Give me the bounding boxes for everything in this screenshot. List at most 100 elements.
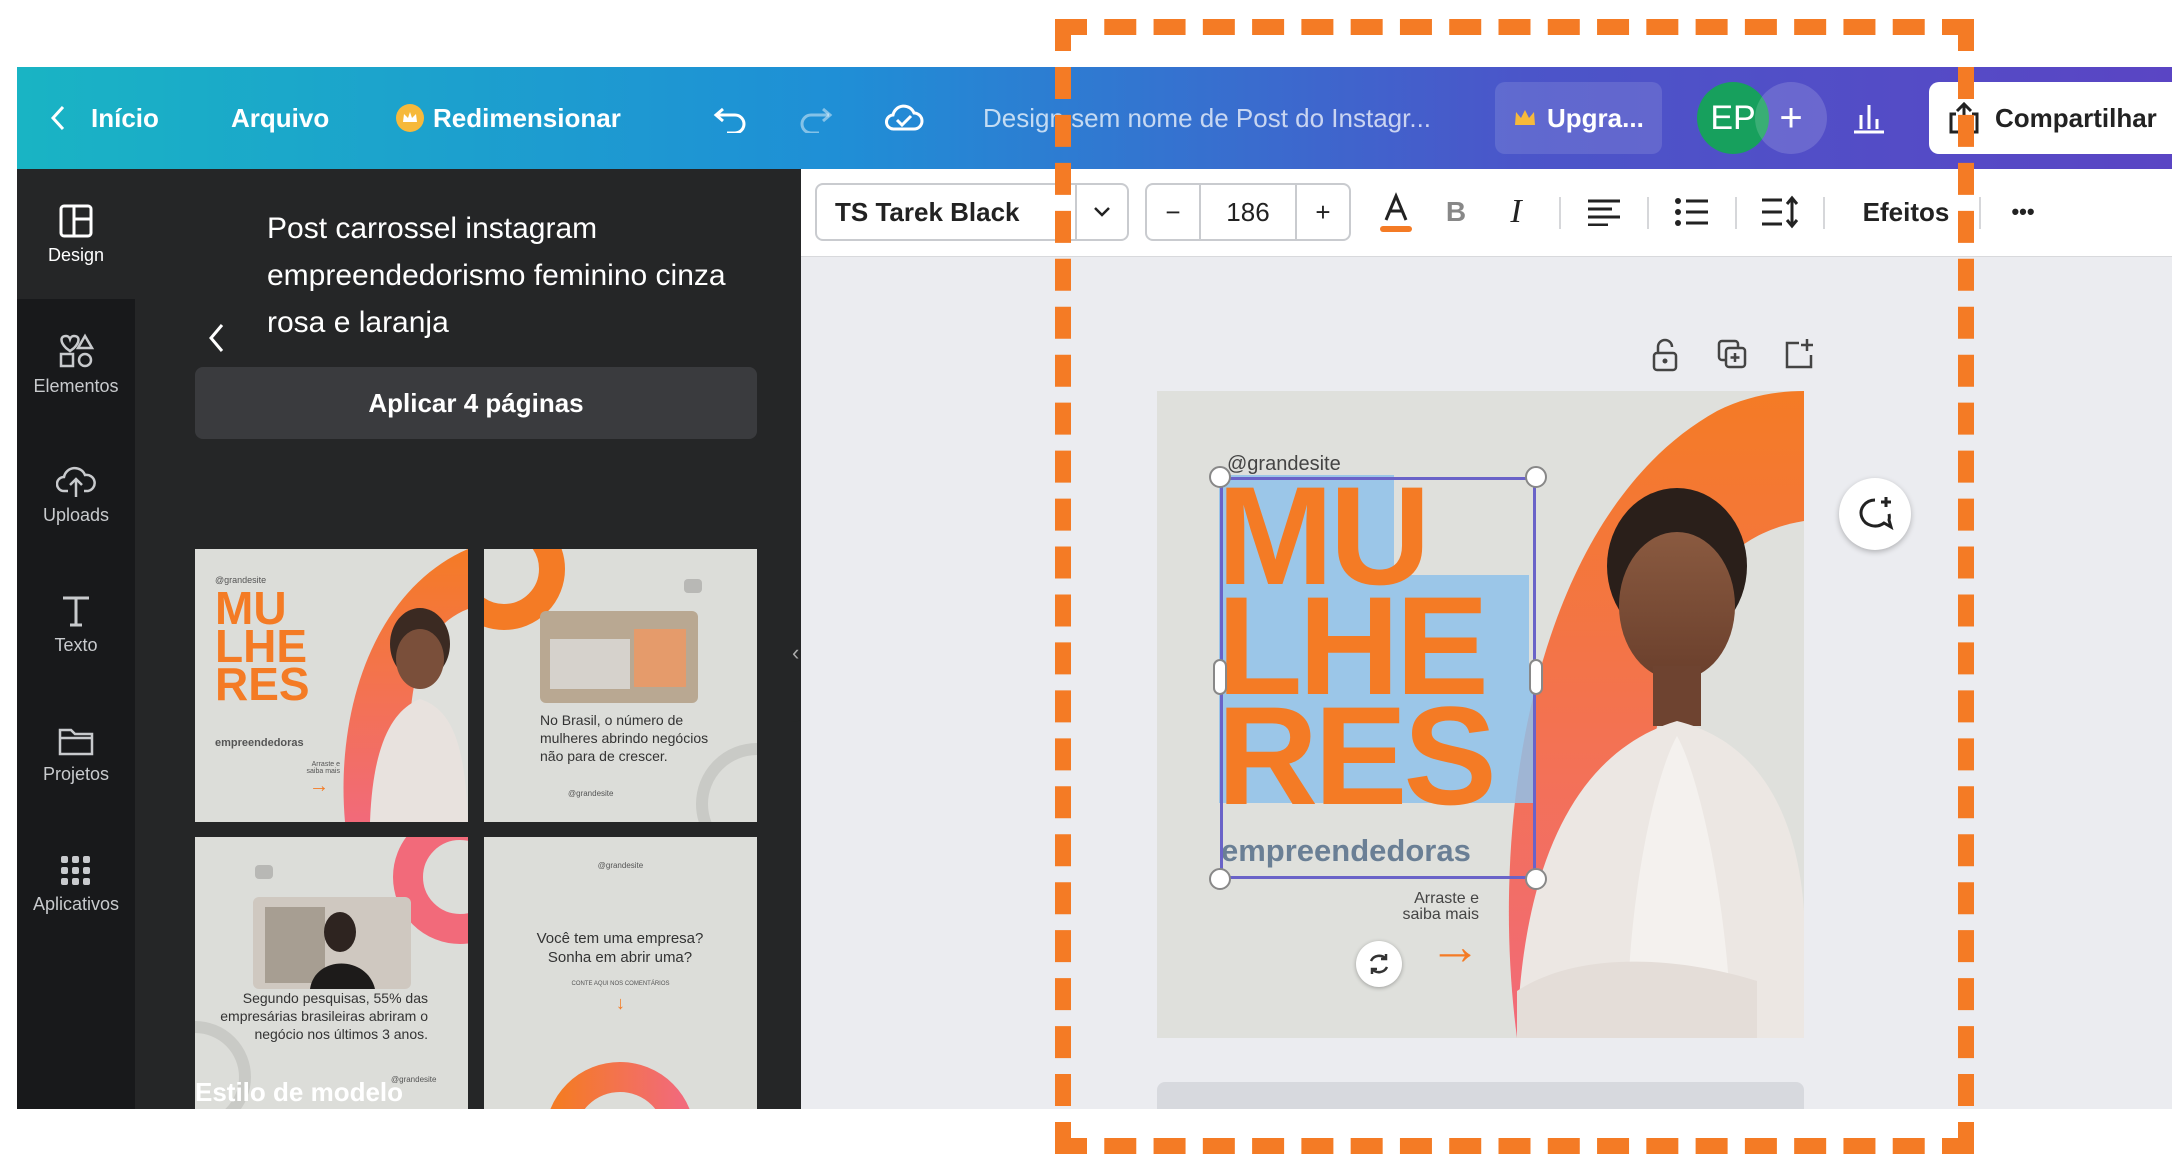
template-page-thumb-4[interactable]: @grandesite Você tem uma empresa? Sonha … bbox=[484, 837, 757, 1109]
rail-label: Elementos bbox=[33, 375, 119, 396]
editor-app: Início Arquivo Redimensionar Design sem … bbox=[17, 67, 2172, 1109]
thumb-cta: Arraste e saiba mais bbox=[306, 761, 340, 775]
add-page-button[interactable]: + Adicionar página bbox=[1157, 1082, 1804, 1109]
line-spacing-icon bbox=[1762, 195, 1799, 229]
thumb-body-text: Você tem uma empresa? Sonha em abrir uma… bbox=[536, 930, 704, 966]
effects-button[interactable]: Efeitos bbox=[1841, 183, 1971, 241]
thumb-cta: CONTE AQUI NOS COMENTÁRIOS bbox=[571, 981, 670, 987]
align-left-icon bbox=[1588, 199, 1620, 226]
document-title[interactable]: Design sem nome de Post do Instagr... bbox=[983, 67, 1431, 169]
shapes-icon bbox=[59, 333, 95, 367]
font-family-select[interactable]: TS Tarek Black bbox=[815, 183, 1129, 241]
home-button[interactable]: Início bbox=[47, 67, 159, 169]
document-title-text: Design sem nome de Post do Instagr... bbox=[983, 102, 1432, 133]
thumb-handle: @grandesite bbox=[568, 789, 614, 798]
cloud-check-icon bbox=[885, 104, 924, 131]
rail-item-elements[interactable]: Elementos bbox=[17, 299, 135, 429]
resize-button[interactable]: Redimensionar bbox=[395, 67, 621, 169]
rotate-handle[interactable] bbox=[1356, 941, 1402, 987]
add-collaborator-button[interactable]: + bbox=[1755, 82, 1827, 154]
template-page-thumb-1[interactable]: @grandesite MU LHE RES empreendedoras Ar… bbox=[195, 549, 468, 822]
add-page-icon[interactable] bbox=[1781, 337, 1815, 371]
template-style-heading: Estilo de modelo bbox=[195, 1077, 404, 1107]
resize-handle-bottom-right[interactable] bbox=[1525, 868, 1547, 890]
plus-icon: + bbox=[1779, 95, 1803, 140]
toolbar-divider bbox=[1823, 197, 1825, 229]
thumb-artwork bbox=[484, 549, 757, 822]
avatar-initials: EP bbox=[1710, 98, 1756, 137]
duplicate-page-icon[interactable] bbox=[1715, 337, 1749, 371]
bold-button[interactable]: B bbox=[1431, 183, 1481, 241]
add-comment-button[interactable] bbox=[1839, 478, 1911, 550]
apps-grid-icon bbox=[61, 855, 90, 885]
rail-item-projects[interactable]: Projetos bbox=[17, 689, 135, 819]
thumb-headline: MU LHE RES bbox=[215, 582, 310, 710]
share-upload-icon bbox=[1949, 101, 1979, 134]
home-label: Início bbox=[91, 102, 159, 133]
design-page[interactable]: @grandesite MU LHE RES empreendedoras Ar… bbox=[1157, 391, 1804, 1038]
bullet-list-icon bbox=[1675, 198, 1708, 226]
left-rail: Design Elementos Uploads Texto Projetos … bbox=[17, 169, 135, 1109]
insights-button[interactable] bbox=[1851, 67, 1887, 169]
template-page-thumb-3[interactable]: Segundo pesquisas, 55% das empresárias b… bbox=[195, 837, 468, 1109]
redo-button[interactable] bbox=[797, 67, 833, 169]
thumb-body-text: No Brasil, o número de mulheres abrindo … bbox=[540, 712, 709, 764]
share-button[interactable]: Compartilhar bbox=[1929, 82, 2172, 154]
thumb-subtitle: empreendedoras bbox=[215, 737, 304, 749]
increase-font-size-button[interactable]: + bbox=[1297, 185, 1349, 239]
apply-pages-button[interactable]: Aplicar 4 páginas bbox=[195, 367, 757, 439]
template-page-thumb-2[interactable]: No Brasil, o número de mulheres abrindo … bbox=[484, 549, 757, 822]
rail-item-uploads[interactable]: Uploads bbox=[17, 429, 135, 559]
list-button[interactable] bbox=[1667, 183, 1717, 241]
undo-icon bbox=[713, 107, 746, 133]
resize-handle-top-left[interactable] bbox=[1209, 466, 1231, 488]
rail-label: Aplicativos bbox=[32, 893, 120, 914]
template-panel: Post carrossel instagram empreendedorism… bbox=[135, 169, 801, 1109]
italic-button[interactable]: I bbox=[1491, 183, 1541, 241]
font-size-input[interactable]: 186 bbox=[1201, 185, 1297, 239]
arrow-down-icon: ↓ bbox=[616, 993, 625, 1013]
spacing-button[interactable] bbox=[1755, 183, 1805, 241]
toolbar-divider bbox=[1559, 197, 1561, 229]
rotate-icon bbox=[1369, 954, 1389, 974]
resize-handle-right[interactable] bbox=[1529, 659, 1543, 695]
share-label: Compartilhar bbox=[1995, 102, 2157, 133]
align-button[interactable] bbox=[1579, 183, 1629, 241]
crown-icon bbox=[1515, 110, 1535, 125]
layout-icon bbox=[59, 204, 93, 237]
font-family-value: TS Tarek Black bbox=[835, 196, 1020, 227]
resize-handle-top-right[interactable] bbox=[1525, 466, 1547, 488]
lock-icon[interactable] bbox=[1649, 337, 1681, 373]
crown-badge-icon bbox=[396, 104, 424, 132]
rail-item-design[interactable]: Design bbox=[17, 169, 135, 299]
thumb-body-text: Segundo pesquisas, 55% das empresárias b… bbox=[220, 990, 428, 1042]
upgrade-button[interactable]: Upgra... bbox=[1495, 82, 1662, 154]
text-icon bbox=[63, 596, 89, 626]
arrow-right-icon[interactable]: → bbox=[1429, 921, 1481, 973]
bold-icon: B bbox=[1445, 196, 1467, 227]
file-menu[interactable]: Arquivo bbox=[231, 67, 329, 169]
resize-handle-left[interactable] bbox=[1213, 659, 1227, 695]
font-size-stepper: − 186 + bbox=[1145, 183, 1351, 241]
text-color-button[interactable] bbox=[1371, 183, 1421, 241]
text-color-icon bbox=[1380, 192, 1412, 232]
comment-add-icon bbox=[1859, 497, 1894, 531]
selection-box bbox=[1220, 477, 1536, 879]
save-status-button[interactable] bbox=[883, 67, 925, 169]
text-toolbar: TS Tarek Black − 186 + B I Efeitos ••• bbox=[801, 169, 2172, 257]
rail-item-apps[interactable]: Aplicativos bbox=[17, 819, 135, 949]
undo-button[interactable] bbox=[713, 67, 749, 169]
rail-label: Uploads bbox=[42, 504, 110, 525]
chevron-left-icon[interactable] bbox=[205, 321, 227, 355]
bar-chart-icon bbox=[1854, 105, 1884, 134]
thumb-artwork bbox=[195, 837, 468, 1109]
template-title: Post carrossel instagram empreendedorism… bbox=[267, 212, 726, 339]
resize-handle-bottom-left[interactable] bbox=[1209, 868, 1231, 890]
arrow-right-icon: → bbox=[309, 775, 329, 797]
more-options-button[interactable]: ••• bbox=[1993, 183, 2053, 241]
toolbar-divider bbox=[1735, 197, 1737, 229]
chevron-left-icon: ‹ bbox=[792, 640, 800, 665]
rail-item-text[interactable]: Texto bbox=[17, 559, 135, 689]
file-label: Arquivo bbox=[231, 102, 330, 133]
decrease-font-size-button[interactable]: − bbox=[1147, 185, 1201, 239]
